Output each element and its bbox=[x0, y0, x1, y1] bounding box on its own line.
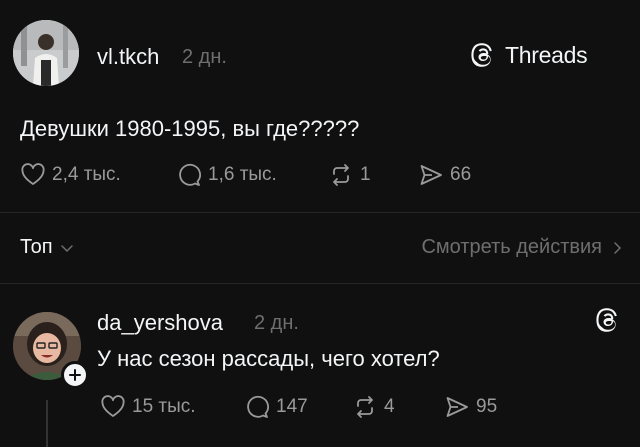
comment-icon bbox=[247, 395, 269, 418]
sort-label: Топ bbox=[20, 236, 53, 258]
repost-count: 1 bbox=[360, 164, 371, 185]
like-count: 2,4 тыс. bbox=[52, 164, 121, 185]
post-author-avatar[interactable] bbox=[13, 20, 79, 86]
reply-comment-count: 147 bbox=[276, 396, 308, 417]
share-icon bbox=[420, 165, 442, 185]
view-activity-link[interactable]: Смотреть действия bbox=[421, 236, 624, 259]
threads-brand: Threads bbox=[469, 41, 588, 69]
heart-icon bbox=[21, 163, 45, 185]
divider bbox=[0, 283, 640, 284]
comment-count: 1,6 тыс. bbox=[208, 164, 277, 185]
reply-share-count: 95 bbox=[476, 396, 498, 417]
thread-line bbox=[46, 400, 48, 447]
view-activity-label: Смотреть действия bbox=[421, 236, 602, 258]
reply-repost-button[interactable]: 4 bbox=[352, 394, 395, 420]
comment-button[interactable]: 1,6 тыс. bbox=[176, 162, 277, 188]
reply-like-count: 15 тыс. bbox=[132, 396, 196, 417]
chevron-right-icon bbox=[614, 241, 622, 254]
divider bbox=[0, 212, 640, 213]
like-button[interactable]: 2,4 тыс. bbox=[20, 162, 121, 188]
threads-post-screen: vl.tkch 2 дн. Threads Девушки 1980-1995,… bbox=[0, 0, 640, 447]
threads-logo-icon[interactable] bbox=[594, 306, 622, 334]
reply-share-button[interactable]: 95 bbox=[444, 394, 497, 420]
plus-icon bbox=[69, 369, 81, 381]
share-count: 66 bbox=[450, 164, 472, 185]
share-button[interactable]: 66 bbox=[418, 162, 471, 188]
repost-button[interactable]: 1 bbox=[328, 162, 371, 188]
repost-icon bbox=[357, 396, 373, 418]
reply-repost-count: 4 bbox=[384, 396, 395, 417]
reply-username[interactable]: da_yershova bbox=[97, 310, 223, 336]
sort-dropdown[interactable]: Топ bbox=[20, 236, 75, 259]
threads-logo-icon bbox=[471, 43, 492, 67]
heart-icon bbox=[101, 395, 125, 417]
repost-icon bbox=[333, 164, 349, 186]
threads-brand-label: Threads bbox=[505, 41, 588, 68]
comment-icon bbox=[179, 163, 201, 186]
reply-timestamp: 2 дн. bbox=[254, 312, 299, 334]
share-icon bbox=[446, 397, 468, 417]
post-timestamp: 2 дн. bbox=[182, 46, 227, 68]
reply-comment-button[interactable]: 147 bbox=[244, 394, 308, 420]
post-username[interactable]: vl.tkch bbox=[97, 44, 159, 70]
reply-like-button[interactable]: 15 тыс. bbox=[100, 394, 196, 420]
reply-text: У нас сезон рассады, чего хотел? bbox=[97, 346, 440, 371]
follow-button[interactable] bbox=[61, 361, 89, 389]
post-text: Девушки 1980-1995, вы где????? bbox=[20, 116, 360, 141]
chevron-down-icon bbox=[60, 244, 73, 252]
